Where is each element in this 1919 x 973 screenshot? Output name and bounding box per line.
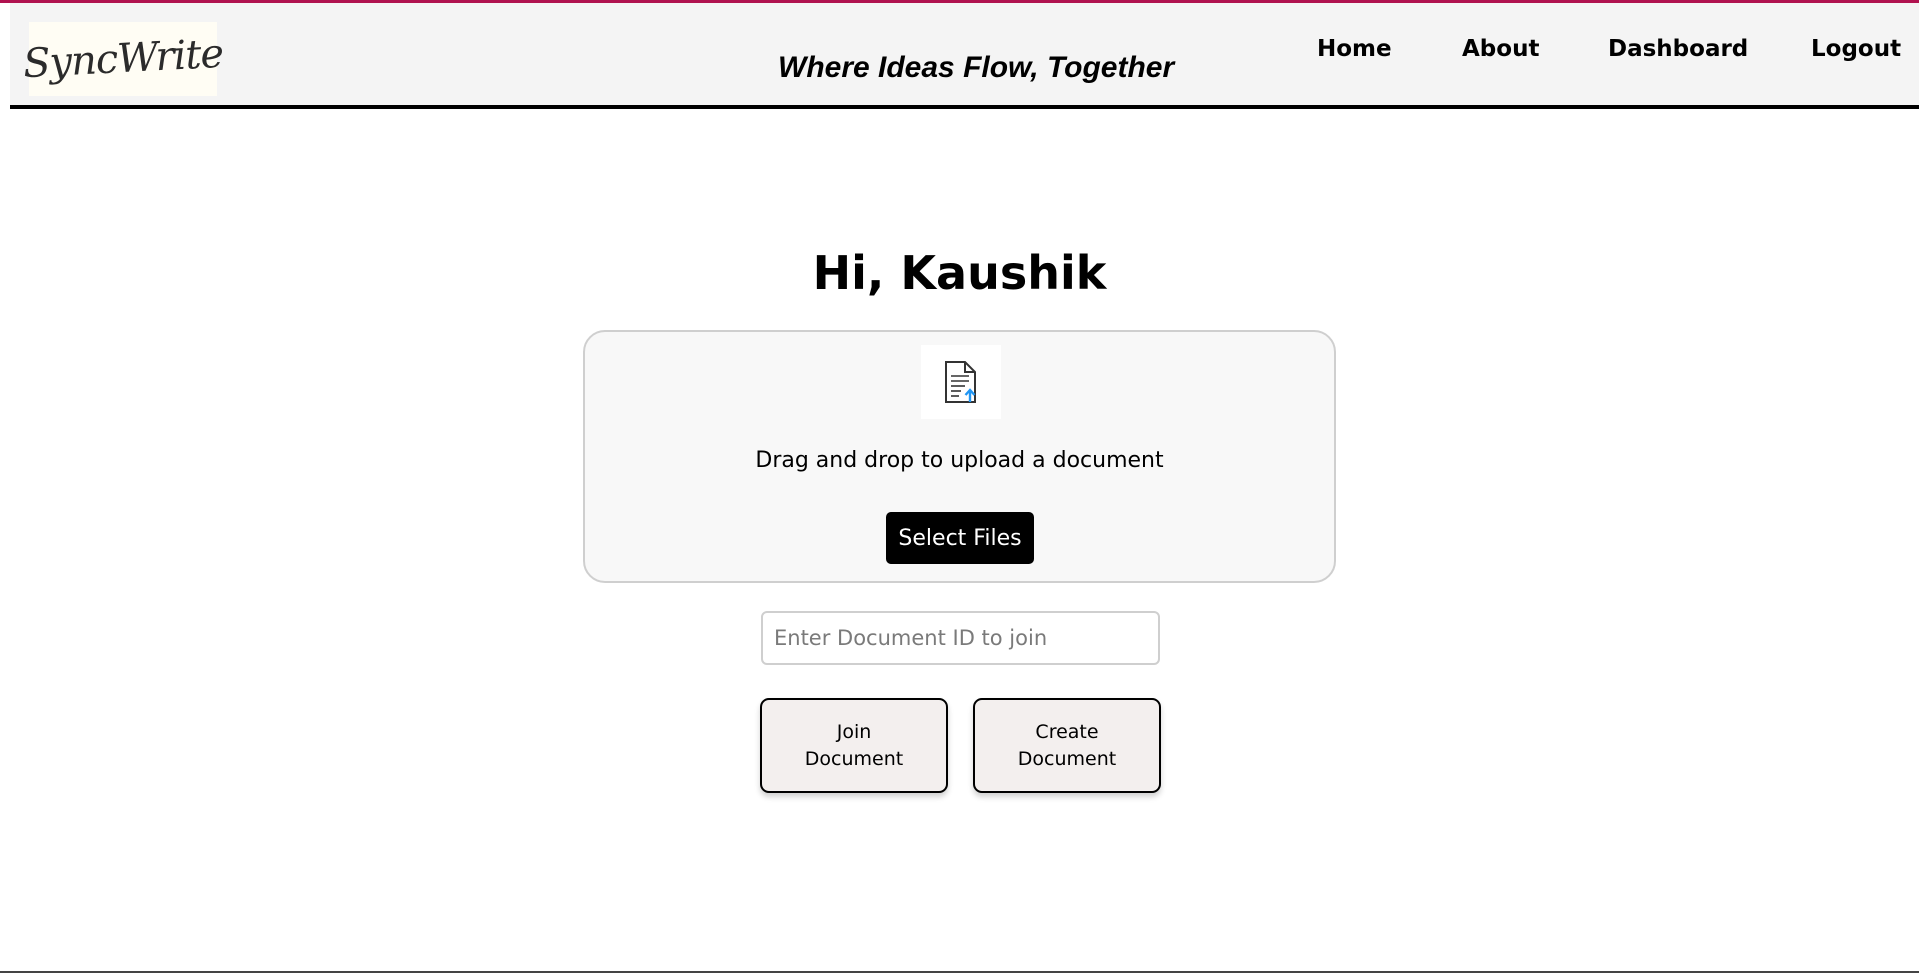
create-document-button[interactable]: Create Document [973,698,1161,793]
nav-logout-link[interactable]: Logout [1811,36,1901,62]
nav-home-link[interactable]: Home [1317,36,1392,62]
upload-dropzone[interactable]: Drag and drop to upload a document Selec… [583,330,1336,583]
document-id-input[interactable] [761,611,1160,665]
navbar: SyncWrite Where Ideas Flow, Together Hom… [10,3,1919,109]
greeting-heading: Hi, Kaushik [812,246,1107,300]
logo[interactable]: SyncWrite [22,22,224,96]
select-files-button[interactable]: Select Files [886,512,1034,564]
tagline: Where Ideas Flow, Together [778,51,1175,84]
document-upload-icon [921,345,1001,419]
document-upload-icon-svg [945,361,976,403]
logo-text: SyncWrite [21,30,225,88]
join-document-button[interactable]: Join Document [760,698,948,793]
nav-about-link[interactable]: About [1462,36,1539,62]
upload-instructions: Drag and drop to upload a document [755,448,1164,473]
nav-dashboard-link[interactable]: Dashboard [1608,36,1748,62]
